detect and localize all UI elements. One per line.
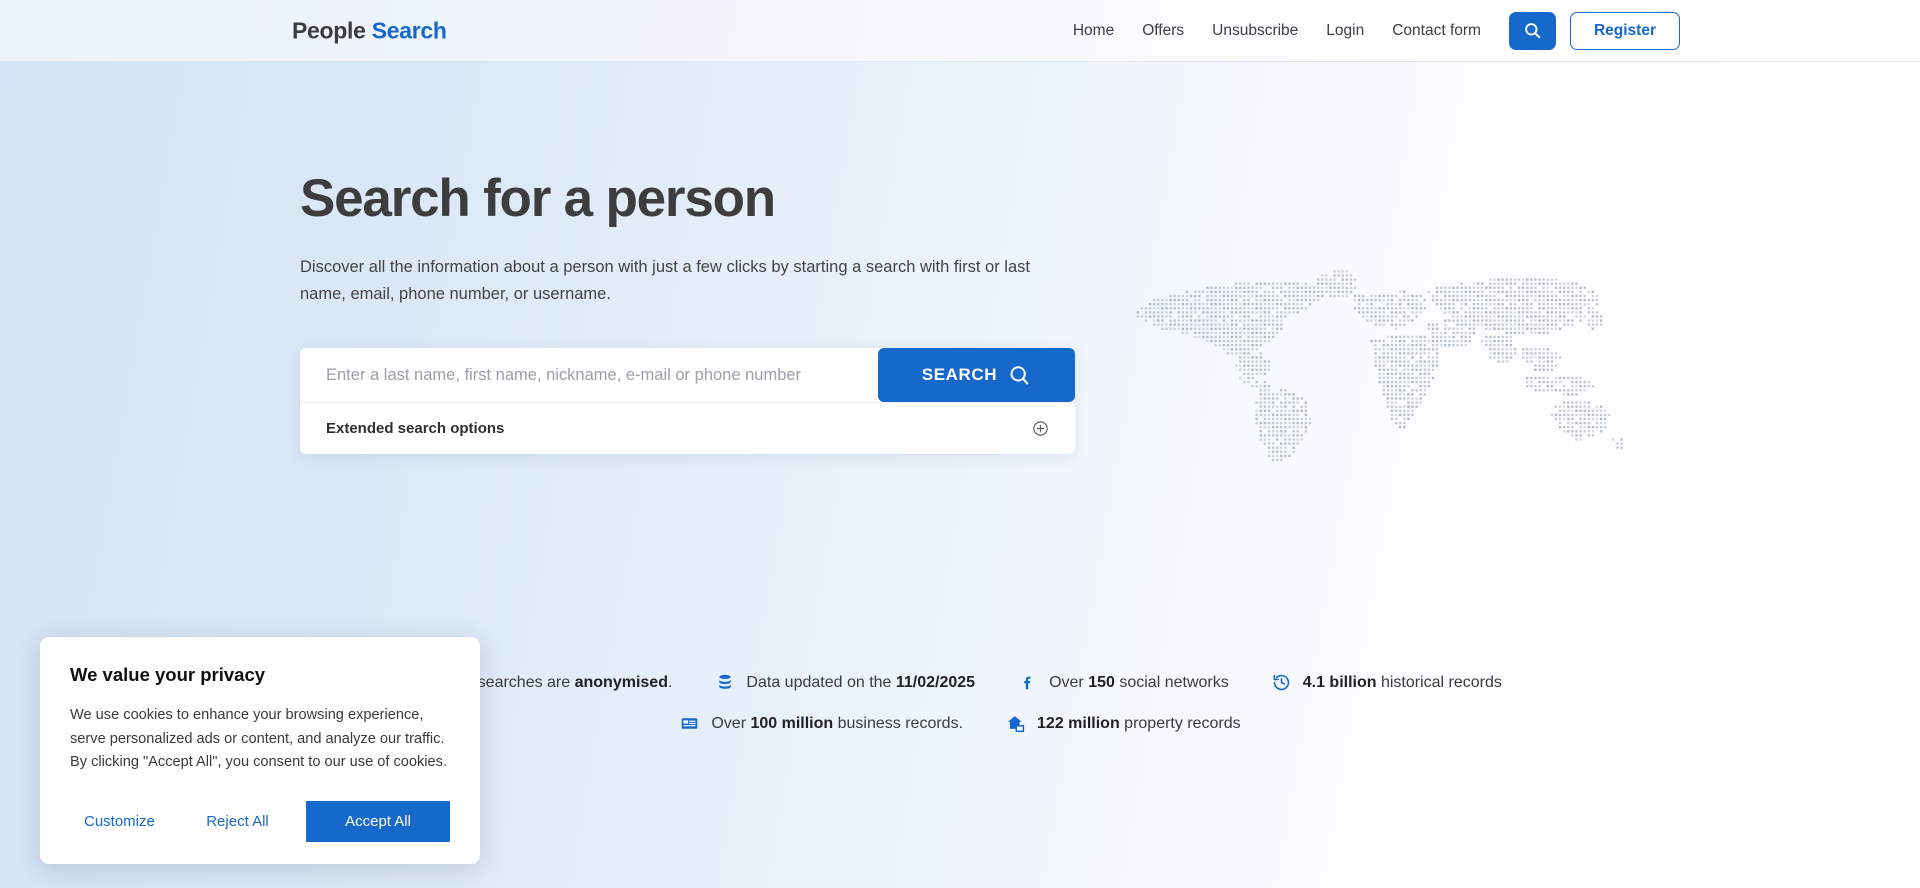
nav-item-login[interactable]: Login (1312, 16, 1378, 46)
stat-data-updated: Data updated on the 11/02/2025 (714, 672, 975, 693)
stat-text: our searches are anonymised. (450, 673, 673, 691)
world-map-illustration (1136, 270, 1623, 462)
stat-text: Over 100 million business records. (711, 714, 964, 732)
nav-item-unsubscribe[interactable]: Unsubscribe (1198, 16, 1312, 46)
stat-historical-records: 4.1 billion historical records (1271, 672, 1502, 693)
stat-text: Data updated on the 11/02/2025 (746, 673, 976, 691)
cookie-reject-all-button[interactable]: Reject All (192, 805, 283, 838)
stat-text: 4.1 billion historical records (1302, 673, 1502, 691)
search-submit-label: SEARCH (921, 365, 998, 384)
facebook-icon (1017, 672, 1038, 693)
stat-property-records: 122 million property records (1005, 713, 1241, 734)
main-navigation: Home Offers Unsubscribe Login Contact fo… (1073, 11, 1680, 50)
hero-subtitle: Discover all the information about a per… (300, 258, 1030, 304)
database-icon (714, 672, 735, 693)
search-row: SEARCH (300, 348, 1075, 402)
cookie-title: We value your privacy (70, 664, 266, 685)
history-icon (1271, 672, 1292, 693)
cookie-consent-dialog: We value your privacy We use cookies to … (40, 637, 480, 864)
stats-row-2: Over 100 million business records. 122 m… (679, 713, 1241, 734)
plus-circle-icon (1033, 421, 1048, 436)
stat-social-networks: Over 150 social networks (1017, 672, 1229, 693)
nav-item-offers[interactable]: Offers (1128, 16, 1198, 46)
search-input[interactable] (300, 348, 878, 402)
search-submit-button[interactable]: SEARCH (878, 348, 1075, 402)
cookie-customize-button[interactable]: Customize (70, 805, 169, 838)
header-search-button[interactable] (1508, 11, 1556, 50)
hero-section: Search for a person Discover all the inf… (300, 169, 1090, 308)
extended-search-options-toggle[interactable]: Extended search options (300, 402, 1075, 454)
property-house-icon (1005, 713, 1026, 734)
logo-text-people: People (292, 17, 366, 43)
page-title: Search for a person (300, 169, 776, 228)
stat-text: Over 150 social networks (1049, 673, 1229, 691)
nav-item-contact-form[interactable]: Contact form (1378, 16, 1495, 46)
logo-text-search: Search (371, 17, 447, 43)
site-header: People Search Home Offers Unsubscribe Lo… (0, 0, 1920, 62)
magnifier-icon (1010, 365, 1029, 385)
stat-text: 122 million property records (1037, 714, 1241, 732)
stat-business-records: Over 100 million business records. (679, 713, 963, 734)
stats-row-1: our searches are anonymised. Data update… (418, 672, 1502, 693)
extended-search-options-label: Extended search options (326, 420, 505, 437)
search-icon (1525, 23, 1541, 39)
search-panel: SEARCH Extended search options (300, 348, 1075, 454)
cookie-actions: Customize Reject All Accept All (70, 800, 450, 842)
cookie-accept-all-button[interactable]: Accept All (306, 800, 450, 842)
cookie-body: We use cookies to enhance your browsing … (70, 707, 448, 771)
nav-item-home[interactable]: Home (1073, 16, 1128, 46)
logo[interactable]: People Search (292, 17, 447, 44)
business-card-icon (679, 713, 700, 734)
register-button[interactable]: Register (1569, 11, 1680, 50)
